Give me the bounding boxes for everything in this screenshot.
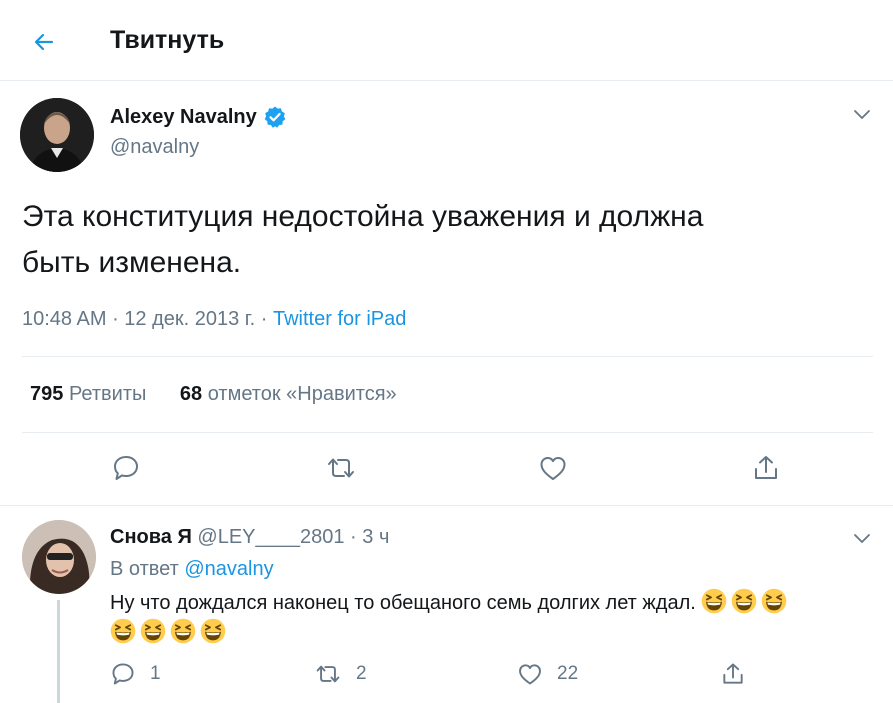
grinning-squinting-face-emoji-icon bbox=[200, 618, 226, 644]
reply-bubble-icon bbox=[112, 663, 134, 685]
reply-count: 1 bbox=[150, 663, 161, 684]
retweets-stat[interactable]: 795 Ретвиты bbox=[30, 383, 146, 406]
tweet-source-link[interactable]: Twitter for iPad bbox=[273, 308, 406, 330]
divider bbox=[22, 432, 873, 433]
tweet-menu-button[interactable] bbox=[848, 100, 876, 128]
grinning-squinting-face-emoji-icon bbox=[170, 618, 196, 644]
retweets-count: 795 bbox=[30, 383, 64, 405]
reply-author-avatar[interactable] bbox=[22, 520, 96, 594]
share-icon bbox=[723, 663, 743, 684]
section-divider bbox=[0, 505, 893, 506]
grinning-squinting-face-emoji-icon bbox=[140, 618, 166, 644]
tweet-time[interactable]: 10:48 AM bbox=[22, 308, 107, 330]
reply-text-body: Ну что дождался наконец то обещаного сем… bbox=[110, 592, 696, 614]
reply-author-name[interactable]: Снова Я bbox=[110, 526, 192, 548]
grinning-squinting-face-emoji-icon bbox=[110, 618, 136, 644]
emoji-group bbox=[110, 618, 226, 644]
retweets-label: Ретвиты bbox=[68, 383, 147, 405]
author-name-text: Alexey Navalny bbox=[110, 105, 257, 128]
reply-reply-button[interactable]: 1 bbox=[110, 656, 161, 692]
author-avatar[interactable] bbox=[20, 98, 94, 172]
reply-bubble-icon bbox=[114, 456, 138, 480]
share-icon bbox=[755, 456, 777, 479]
tweet-meta: 10:48 AM · 12 дек. 2013 г. · Twitter for… bbox=[22, 308, 406, 331]
share-button[interactable] bbox=[744, 446, 788, 490]
page-title: Твитнуть bbox=[110, 26, 225, 54]
reply-to-mention[interactable]: @navalny bbox=[184, 558, 273, 580]
reply-retweet-button[interactable]: 2 bbox=[314, 656, 367, 692]
meta-separator: · bbox=[112, 308, 125, 330]
back-button[interactable] bbox=[24, 22, 64, 62]
meta-separator: · bbox=[260, 308, 273, 330]
tweet-text-line: быть изменена. bbox=[22, 246, 242, 279]
retweet-button[interactable] bbox=[319, 446, 363, 490]
author-handle[interactable]: @navalny bbox=[110, 136, 199, 159]
likes-stat[interactable]: 68 отметок «Нравится» bbox=[180, 383, 397, 406]
grinning-squinting-face-emoji-icon bbox=[762, 588, 787, 614]
reply-share-button[interactable] bbox=[720, 656, 746, 692]
divider bbox=[22, 356, 873, 357]
reply-time[interactable]: 3 ч bbox=[362, 526, 389, 548]
tweet-text: Эта конституция недостойна уважения и до… bbox=[22, 194, 862, 286]
back-arrow-icon bbox=[34, 33, 54, 51]
heart-icon bbox=[540, 457, 566, 480]
verified-badge-icon bbox=[264, 106, 286, 128]
tweet-date[interactable]: 12 дек. 2013 г. bbox=[124, 308, 255, 330]
tweet-stats: 795 Ретвиты 68 отметок «Нравится» bbox=[30, 383, 397, 406]
reply-like-button[interactable]: 22 bbox=[517, 656, 578, 692]
retweet-count: 2 bbox=[356, 663, 367, 684]
like-count: 22 bbox=[557, 663, 579, 684]
chevron-down-icon bbox=[854, 110, 870, 119]
grinning-squinting-face-emoji-icon bbox=[732, 588, 757, 614]
reply-context: В ответ @navalny bbox=[110, 558, 274, 581]
grinning-squinting-face-emoji-icon bbox=[702, 588, 727, 614]
reply-author-handle[interactable]: @LEY____2801 bbox=[197, 526, 344, 548]
reply-to-prefix: В ответ bbox=[110, 558, 179, 580]
page-header: Твитнуть bbox=[0, 0, 893, 81]
reply-header: Снова Я @LEY____2801 · 3 ч bbox=[110, 526, 389, 549]
likes-count: 68 bbox=[179, 383, 203, 405]
reply-text: Ну что дождался наконец то обещаного сем… bbox=[110, 588, 870, 648]
like-button[interactable] bbox=[531, 446, 575, 490]
chevron-down-icon bbox=[854, 534, 870, 543]
reply-button[interactable] bbox=[104, 446, 148, 490]
reply-menu-button[interactable] bbox=[848, 524, 876, 552]
thread-line bbox=[57, 600, 60, 703]
likes-label: отметок «Нравится» bbox=[207, 383, 397, 405]
tweet-text-line: Эта конституция недостойна уважения и до… bbox=[22, 200, 704, 233]
retweet-icon bbox=[316, 665, 340, 683]
retweet-icon bbox=[328, 458, 354, 478]
author-name[interactable]: Alexey Navalny bbox=[110, 105, 287, 129]
meta-separator: · bbox=[350, 526, 363, 548]
emoji-group bbox=[701, 588, 787, 614]
heart-icon bbox=[519, 664, 541, 685]
